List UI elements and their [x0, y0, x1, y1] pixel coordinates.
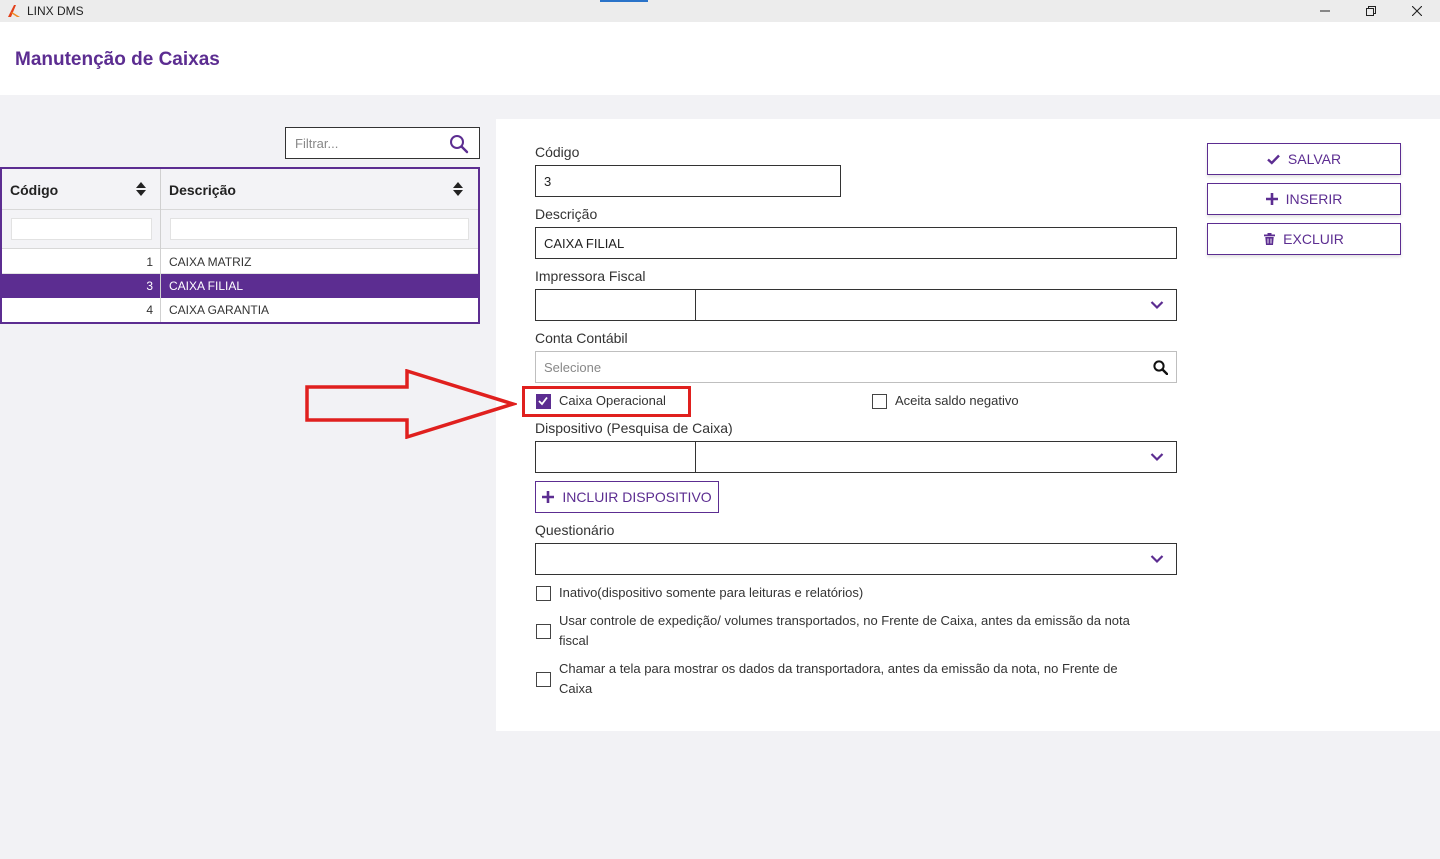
dados-transportadora-checkbox[interactable]	[536, 672, 551, 687]
table-row-selected[interactable]: 3 CAIXA FILIAL	[2, 274, 478, 298]
table-row[interactable]: 4 CAIXA GARANTIA	[2, 298, 478, 322]
dispositivo-code-input[interactable]	[536, 442, 696, 472]
row-descricao: CAIXA FILIAL	[169, 279, 244, 293]
descricao-field[interactable]: CAIXA FILIAL	[535, 227, 1177, 259]
dados-transportadora-label-line2: Caixa	[559, 681, 593, 696]
inativo-checkbox[interactable]	[536, 586, 551, 601]
close-button[interactable]	[1394, 0, 1440, 22]
aceita-saldo-negativo-checkbox[interactable]	[872, 394, 887, 409]
row-codigo: 3	[146, 279, 153, 293]
chevron-down-icon	[1150, 555, 1164, 564]
row-codigo: 4	[146, 303, 153, 317]
sort-icon[interactable]	[452, 181, 464, 197]
impressora-fiscal-code-input[interactable]	[536, 290, 696, 320]
controle-expedicao-label-line2: fiscal	[559, 633, 589, 648]
inserir-label: INSERIR	[1285, 191, 1343, 207]
minimize-icon	[1320, 10, 1330, 12]
filter-input[interactable]	[286, 128, 446, 158]
controle-expedicao-label-line1: Usar controle de expedição/ volumes tran…	[559, 613, 1130, 628]
restore-button[interactable]	[1348, 0, 1394, 22]
excluir-button[interactable]: EXCLUIR	[1207, 223, 1401, 255]
column-header-codigo[interactable]: Código	[10, 169, 58, 210]
annotation-arrow-icon	[305, 369, 517, 439]
row-descricao: CAIXA GARANTIA	[169, 303, 270, 317]
plus-icon	[542, 491, 555, 503]
close-icon	[1412, 6, 1422, 16]
conta-contabil-field[interactable]: Selecione	[535, 351, 1177, 383]
page-title: Manutenção de Caixas	[15, 49, 220, 70]
chevron-down-icon	[1150, 453, 1164, 462]
column-divider	[160, 169, 161, 322]
controle-expedicao-checkbox[interactable]	[536, 624, 551, 639]
dispositivo-select[interactable]	[535, 441, 1177, 473]
codigo-field[interactable]: 3	[535, 165, 841, 197]
table-row[interactable]: 1 CAIXA MATRIZ	[2, 250, 478, 274]
descricao-column-filter[interactable]	[170, 218, 469, 240]
window-titlebar: LINX DMS	[0, 0, 1440, 22]
salvar-label: SALVAR	[1287, 151, 1342, 167]
sort-icon[interactable]	[135, 181, 147, 197]
dispositivo-label: Dispositivo (Pesquisa de Caixa)	[535, 420, 733, 436]
app-title: LINX DMS	[27, 4, 84, 18]
aceita-saldo-negativo-label: Aceita saldo negativo	[895, 393, 1019, 408]
restore-icon	[1366, 6, 1376, 16]
row-codigo: 1	[146, 255, 153, 269]
salvar-button[interactable]: SALVAR	[1207, 143, 1401, 175]
inserir-button[interactable]: INSERIR	[1207, 183, 1401, 215]
incluir-dispositivo-button[interactable]: INCLUIR DISPOSITIVO	[535, 481, 719, 513]
codigo-column-filter[interactable]	[11, 218, 152, 240]
column-header-descricao[interactable]: Descrição	[169, 169, 236, 210]
active-tab-indicator	[600, 0, 648, 2]
linx-logo-icon	[8, 5, 20, 17]
filter-row	[2, 210, 478, 249]
plus-icon	[1265, 193, 1278, 205]
chevron-down-icon	[1150, 301, 1164, 310]
page-header: Manutenção de Caixas	[0, 22, 1440, 95]
row-descricao: CAIXA MATRIZ	[169, 255, 252, 269]
search-icon[interactable]	[1153, 360, 1168, 375]
codigo-label: Código	[535, 144, 580, 160]
questionario-select[interactable]	[535, 543, 1177, 575]
check-icon	[1267, 154, 1280, 165]
descricao-label: Descrição	[535, 206, 598, 222]
search-icon[interactable]	[449, 134, 469, 154]
impressora-fiscal-select[interactable]	[535, 289, 1177, 321]
filter-box	[285, 127, 480, 159]
impressora-fiscal-label: Impressora Fiscal	[535, 268, 646, 284]
dados-transportadora-label-line1: Chamar a tela para mostrar os dados da t…	[559, 661, 1118, 676]
inativo-label: Inativo(dispositivo somente para leitura…	[559, 585, 864, 600]
caixas-table: Código Descrição 1 CAIXA MATRIZ 3 CAIXA …	[0, 167, 480, 324]
trash-icon	[1264, 233, 1276, 245]
table-header: Código Descrição	[2, 169, 478, 210]
conta-contabil-label: Conta Contábil	[535, 330, 628, 346]
minimize-button[interactable]	[1302, 0, 1348, 22]
questionario-label: Questionário	[535, 522, 615, 538]
incluir-dispositivo-label: INCLUIR DISPOSITIVO	[562, 489, 712, 505]
annotation-highlight-box	[522, 386, 691, 417]
excluir-label: EXCLUIR	[1283, 231, 1344, 247]
